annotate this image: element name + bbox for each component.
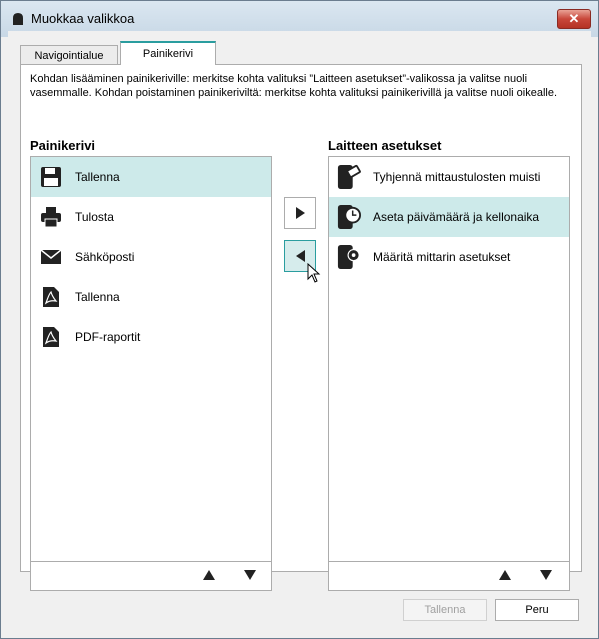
instructions-text: Kohdan lisääminen painikeriville: merkit… (30, 73, 558, 99)
right-list-footer (329, 561, 569, 590)
tab-label: Navigointialue (34, 49, 104, 62)
device-gear-icon (337, 245, 361, 269)
move-down-icon[interactable] (540, 570, 552, 580)
list-item[interactable]: Tyhjennä mittaustulosten muisti (329, 157, 569, 197)
list-item-label: Tulosta (75, 210, 114, 224)
list-item[interactable]: Tallenna (31, 157, 271, 197)
window-title: Muokkaa valikkoa (31, 11, 135, 26)
move-up-icon[interactable] (499, 570, 511, 580)
pdf-icon (39, 285, 63, 309)
tab-label: Painikerivi (142, 48, 194, 60)
mail-icon (39, 245, 63, 269)
close-button[interactable]: ✕ (557, 9, 591, 29)
printer-icon (39, 205, 63, 229)
list-item-label: Aseta päivämäärä ja kellonaika (373, 210, 540, 224)
dialog-client: Navigointialue Painikerivi Kohdan lisääm… (8, 31, 591, 631)
arrow-left-icon (295, 250, 305, 262)
list-item-label: Tallenna (75, 290, 120, 304)
list-item[interactable]: Määritä mittarin asetukset (329, 237, 569, 277)
tab-panel: Kohdan lisääminen painikeriville: merkit… (20, 64, 582, 591)
device-erase-icon (337, 164, 361, 189)
laitteen-asetukset-list[interactable]: Tyhjennä mittaustulosten muisti Aseta pä… (328, 156, 570, 591)
save-icon (39, 165, 63, 189)
list-item-label: Määritä mittarin asetukset (373, 250, 511, 264)
list-item[interactable]: Tulosta (31, 197, 271, 237)
list-item[interactable]: Tallenna (31, 277, 271, 317)
list-item[interactable]: Sähköposti (31, 237, 271, 277)
list-item-label: Tyhjennä mittaustulosten muisti (373, 170, 541, 184)
painikerivi-list[interactable]: Tallenna Tulosta Sähköposti Tallenna PDF… (30, 156, 272, 591)
right-list-title: Laitteen asetukset (328, 138, 442, 153)
tab-painikerivi[interactable]: Painikerivi (120, 41, 216, 65)
arrow-right-icon (295, 207, 305, 219)
list-item-label: Tallenna (75, 170, 120, 184)
list-item-label: PDF-raportit (75, 330, 141, 344)
list-item[interactable]: Aseta päivämäärä ja kellonaika (329, 197, 569, 237)
list-item-label: Sähköposti (75, 250, 135, 264)
move-up-icon[interactable] (203, 570, 215, 580)
mouse-cursor-icon (307, 263, 321, 283)
move-right-button[interactable] (284, 197, 316, 229)
device-clock-icon (337, 205, 361, 229)
close-icon: ✕ (568, 11, 580, 26)
app-icon (13, 13, 23, 25)
tab-navigointialue[interactable]: Navigointialue (20, 45, 118, 65)
left-list-title: Painikerivi (30, 138, 96, 153)
dialog-window: Muokkaa valikkoa ✕ Navigointialue Painik… (0, 0, 599, 639)
pdf-report-icon (39, 325, 63, 349)
left-list-footer (31, 561, 271, 590)
save-button[interactable]: Tallenna (403, 599, 487, 621)
cancel-button[interactable]: Peru (495, 599, 579, 621)
move-down-icon[interactable] (244, 570, 256, 580)
list-item[interactable]: PDF-raportit (31, 317, 271, 357)
